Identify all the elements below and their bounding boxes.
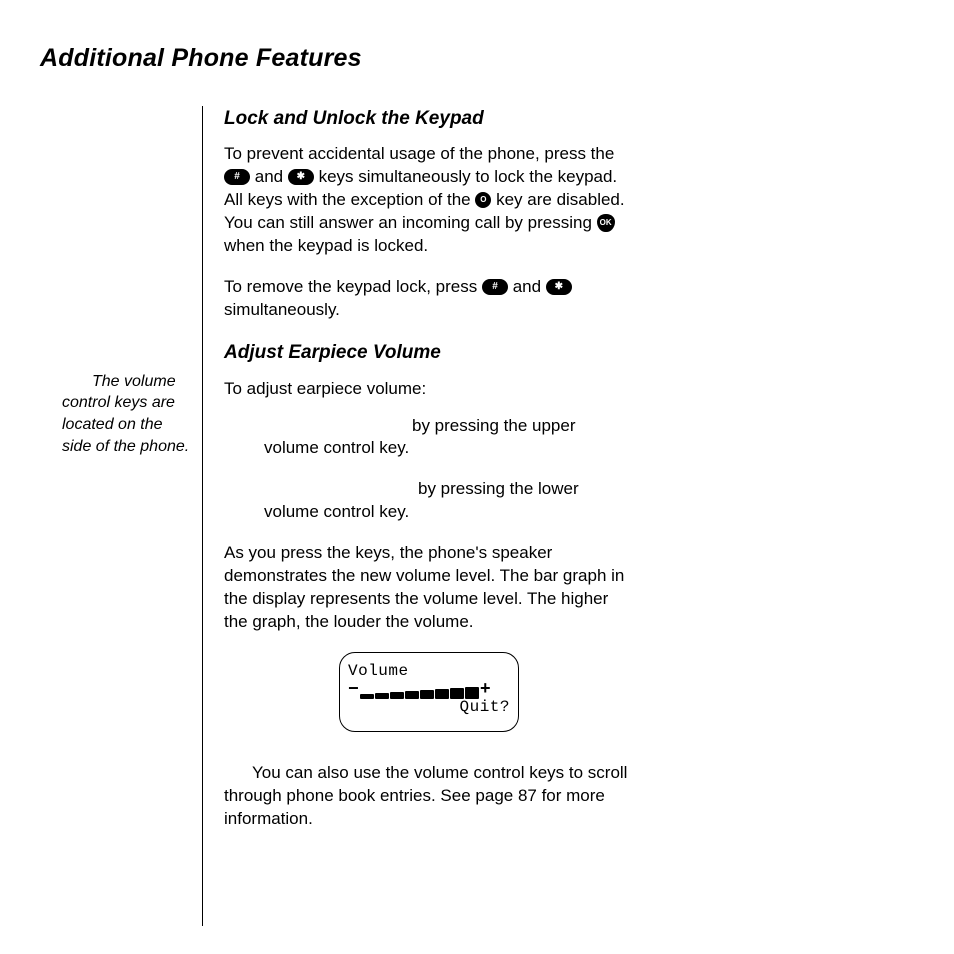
text-run: and — [513, 277, 546, 296]
star-key-icon: ✱ — [546, 279, 572, 295]
volume-segment — [435, 689, 449, 699]
hash-key-icon: # — [224, 169, 250, 185]
volume-tip: You can also use the volume control keys… — [224, 762, 634, 831]
star-key-icon: ✱ — [288, 169, 314, 185]
text-run: and — [255, 167, 288, 186]
volume-segment — [360, 694, 374, 699]
power-key-icon: O — [475, 192, 491, 208]
main-column: Lock and Unlock the Keypad To prevent ac… — [204, 106, 634, 926]
manual-page: Additional Phone Features The volume con… — [0, 0, 954, 954]
section-title-lock: Lock and Unlock the Keypad — [224, 106, 634, 132]
lock-paragraph-2: To remove the keypad lock, press # and ✱… — [224, 276, 634, 322]
text-run: You can also use the volume control keys… — [224, 763, 627, 828]
margin-note: The volume control keys are located on t… — [40, 106, 202, 926]
lcd-quit: Quit? — [348, 697, 512, 719]
volume-segment — [420, 690, 434, 699]
text-run: simultaneously. — [224, 300, 340, 319]
volume-segment — [405, 691, 419, 699]
plus-icon: + — [480, 681, 491, 699]
content-columns: The volume control keys are located on t… — [40, 106, 914, 926]
volume-segment — [390, 692, 404, 699]
hash-key-icon: # — [482, 279, 508, 295]
list-item: by pressing the lower volume control key… — [264, 478, 634, 524]
volume-intro: To adjust earpiece volume: — [224, 378, 634, 401]
minus-icon: − — [348, 681, 359, 699]
text-run: by pressing the lower volume control key… — [264, 479, 579, 521]
volume-steps-list: by pressing the upper volume control key… — [224, 415, 634, 525]
text-run: To prevent accidental usage of the phone… — [224, 144, 614, 163]
text-run: when the keypad is locked. — [224, 236, 428, 255]
text-run: by pressing the upper volume control key… — [264, 416, 576, 458]
volume-explain: As you press the keys, the phone's speak… — [224, 542, 634, 634]
section-title-volume: Adjust Earpiece Volume — [224, 340, 634, 366]
text-run: To remove the keypad lock, press — [224, 277, 482, 296]
ok-key-icon: OK — [597, 214, 615, 232]
page-title: Additional Phone Features — [40, 42, 914, 76]
list-item: by pressing the upper volume control key… — [264, 415, 634, 461]
volume-segment — [375, 693, 389, 699]
lock-paragraph-1: To prevent accidental usage of the phone… — [224, 143, 634, 258]
phone-display: Volume − + Quit? — [339, 652, 519, 732]
